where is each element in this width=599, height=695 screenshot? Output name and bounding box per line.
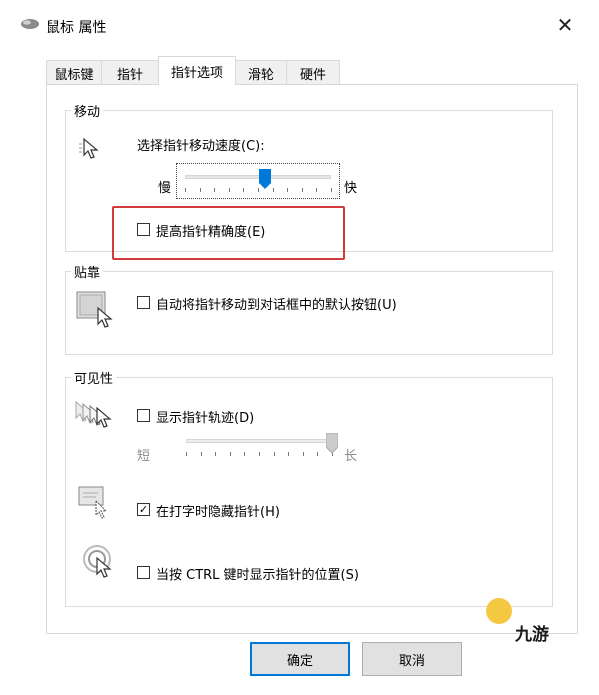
motion-group-title: 移动 — [71, 101, 104, 120]
pointer-trails-icon — [75, 400, 112, 428]
snap-label[interactable]: 自动将指针移动到对话框中的默认按钮(U) — [156, 294, 397, 313]
slider-tick — [244, 452, 246, 456]
slider-tick — [288, 452, 290, 456]
slider-tick — [200, 452, 202, 456]
slider-tick — [287, 188, 289, 192]
short-label: 短 — [137, 449, 151, 464]
speed-slider-track — [185, 175, 331, 179]
pointer-speed-icon — [79, 137, 99, 159]
ctrl-location-label[interactable]: 当按 CTRL 键时显示指针的位置(S) — [156, 564, 359, 583]
visibility-group-title: 可见性 — [71, 368, 117, 387]
slider-tick — [243, 188, 245, 192]
slider-tick — [317, 452, 319, 456]
tab-buttons[interactable]: 鼠标键 — [46, 60, 102, 85]
snap-to-icon — [76, 291, 113, 328]
slider-tick — [228, 188, 230, 192]
slider-tick — [273, 452, 275, 456]
slider-tick — [199, 188, 201, 192]
slider-tick — [259, 452, 260, 456]
trails-slider-track — [186, 439, 332, 443]
speed-slider[interactable] — [176, 163, 340, 199]
hide-label[interactable]: 在打字时隐藏指针(H) — [156, 501, 280, 520]
slow-label: 慢 — [158, 181, 172, 196]
trails-slider-thumb[interactable] — [326, 433, 338, 453]
cancel-button[interactable]: 取消 — [362, 642, 462, 676]
slider-tick — [229, 452, 231, 456]
close-icon: ✕ — [556, 13, 574, 37]
check-icon: ✓ — [138, 503, 149, 516]
tab-hardware[interactable]: 硬件 — [286, 60, 340, 85]
slider-tick — [316, 188, 318, 192]
slider-tick — [215, 452, 217, 456]
slider-tick — [186, 452, 187, 456]
window-title: 鼠标 属性 — [46, 20, 107, 36]
snap-group: 贴靠 — [65, 262, 553, 355]
watermark-decoration — [486, 598, 512, 624]
fast-label: 快 — [344, 181, 358, 196]
tab-wheel[interactable]: 滑轮 — [235, 60, 287, 85]
speed-slider-thumb[interactable] — [259, 169, 272, 189]
speed-label: 选择指针移动速度(C): — [137, 139, 265, 154]
tab-pointers[interactable]: 指针 — [101, 60, 159, 85]
slider-tick — [331, 188, 332, 192]
trails-label[interactable]: 显示指针轨迹(D) — [156, 407, 254, 426]
slider-tick — [302, 452, 304, 456]
close-button[interactable]: ✕ — [548, 10, 582, 40]
snap-checkbox[interactable] — [137, 296, 150, 309]
slider-tick — [214, 188, 216, 192]
slider-tick — [301, 188, 303, 192]
long-label: 长 — [344, 449, 358, 464]
slider-tick — [272, 188, 274, 192]
watermark-logo: 九游 — [515, 625, 549, 645]
ctrl-location-checkbox[interactable] — [137, 566, 150, 579]
trails-checkbox[interactable] — [137, 409, 150, 422]
red-highlight-box — [112, 206, 345, 260]
title-bar: 鼠标 属性 ✕ — [0, 0, 599, 52]
trails-slider[interactable] — [178, 432, 338, 468]
hide-pointer-icon — [78, 486, 108, 519]
hide-checkbox[interactable]: ✓ — [137, 503, 150, 516]
mouse-icon — [21, 19, 39, 29]
snap-group-title: 贴靠 — [71, 262, 104, 281]
ok-button[interactable]: 确定 — [250, 642, 350, 676]
slider-tick — [185, 188, 186, 192]
tab-pointer-options[interactable]: 指针选项 — [158, 56, 236, 85]
show-location-icon — [83, 545, 112, 578]
